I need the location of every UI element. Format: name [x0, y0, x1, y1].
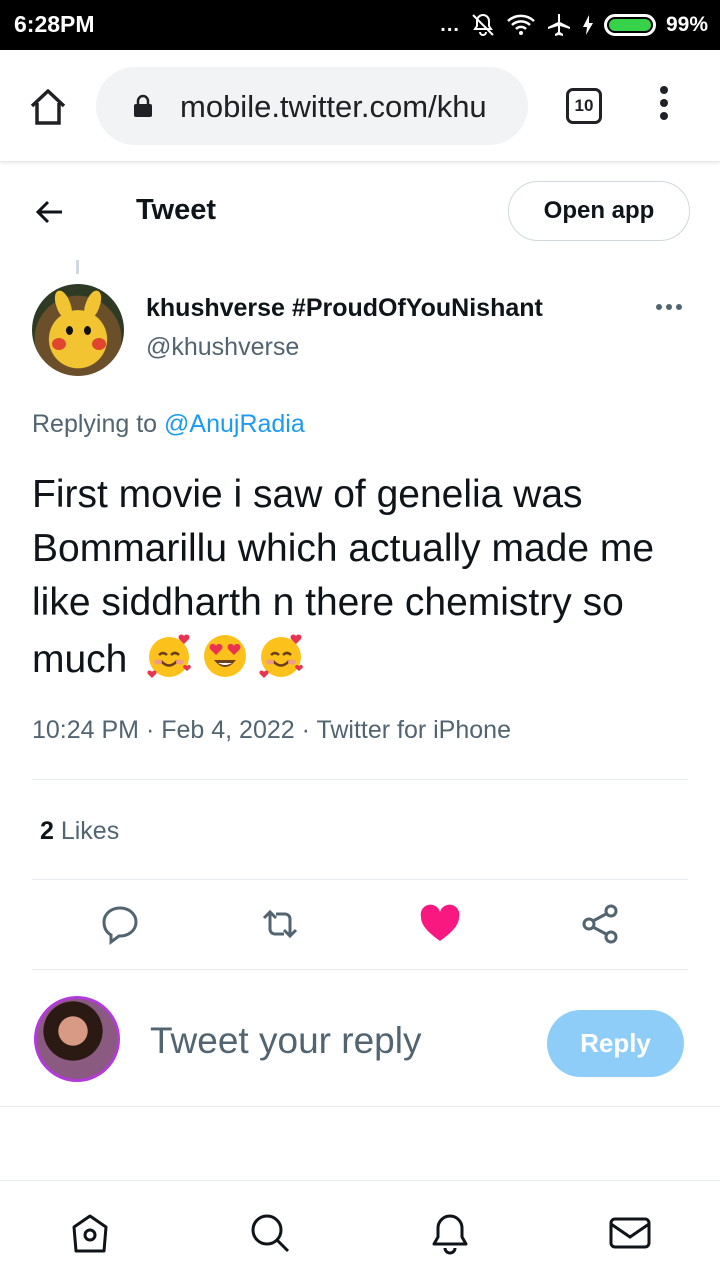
- author-avatar[interactable]: [32, 284, 124, 376]
- divider: [32, 879, 688, 880]
- home-nav-icon[interactable]: [68, 1211, 112, 1255]
- reply-button[interactable]: Reply: [547, 1010, 684, 1077]
- tweet-meta: 10:24 PM · Feb 4, 2022 · Twitter for iPh…: [32, 716, 511, 745]
- messages-mail-icon[interactable]: [608, 1211, 652, 1255]
- replying-to-mention[interactable]: @AnujRadia: [164, 410, 305, 438]
- airplane-icon: [547, 14, 570, 36]
- mute-icon: [472, 13, 494, 36]
- tweet-date[interactable]: Feb 4, 2022: [161, 716, 294, 744]
- author-handle[interactable]: @khushverse: [146, 333, 299, 362]
- tweet-header: Tweet Open app: [0, 162, 720, 260]
- reply-composer: Tweet your reply Reply: [0, 990, 720, 1100]
- retweet-icon[interactable]: [258, 902, 302, 946]
- lock-icon: [134, 94, 152, 117]
- divider: [32, 969, 688, 970]
- browser-toolbar: mobile.twitter.com/khu 10: [0, 50, 720, 162]
- replying-prefix: Replying to: [32, 410, 165, 438]
- tweet-actions: [0, 902, 720, 950]
- status-more-dots: ...: [440, 13, 460, 36]
- replying-to: Replying to @AnujRadia: [32, 410, 305, 439]
- user-avatar[interactable]: [34, 996, 120, 1082]
- bottom-nav: [0, 1180, 720, 1280]
- open-app-button[interactable]: Open app: [508, 181, 690, 241]
- like-count-number: 2: [40, 817, 54, 845]
- menu-icon[interactable]: [656, 86, 672, 126]
- url-text: mobile.twitter.com/khu: [180, 89, 487, 124]
- divider: [0, 1106, 720, 1107]
- tab-switcher-button[interactable]: 10: [566, 88, 602, 124]
- like-heart-icon[interactable]: [418, 902, 462, 946]
- meta-separator: ·: [294, 716, 317, 744]
- author-display-name[interactable]: khushverse #ProudOfYouNishant: [146, 294, 543, 323]
- search-icon[interactable]: [248, 1211, 292, 1255]
- likes-count[interactable]: 2 Likes: [40, 817, 119, 846]
- home-icon[interactable]: [28, 87, 68, 127]
- wifi-icon: [507, 14, 535, 35]
- battery-percent: 99%: [665, 13, 708, 36]
- status-time: 6:28PM: [14, 11, 95, 37]
- meta-separator: ·: [139, 716, 162, 744]
- share-icon[interactable]: [578, 902, 622, 946]
- heart-eyes-icon: [200, 630, 250, 680]
- tweet-source: Twitter for iPhone: [316, 716, 511, 744]
- divider: [32, 779, 688, 780]
- tweet-text: First movie i saw of genelia was Bommari…: [32, 468, 692, 687]
- smiling-face-with-hearts-icon: [144, 630, 194, 680]
- reply-icon[interactable]: [98, 902, 142, 946]
- notifications-bell-icon[interactable]: [428, 1211, 472, 1255]
- charging-icon: [582, 15, 593, 35]
- smiling-face-with-hearts-icon: [256, 630, 306, 680]
- tweet-time[interactable]: 10:24 PM: [32, 716, 139, 744]
- battery-icon: [603, 14, 656, 36]
- status-bar: 6:28PM ... 99%: [0, 0, 720, 50]
- page-title: Tweet: [136, 194, 217, 226]
- tweet-body: First movie i saw of genelia was Bommari…: [32, 473, 655, 681]
- reply-input[interactable]: Tweet your reply: [150, 1020, 421, 1062]
- likes-label: Likes: [53, 817, 120, 845]
- thread-line: [76, 260, 79, 274]
- address-bar[interactable]: mobile.twitter.com/khu: [96, 67, 528, 145]
- back-arrow-icon[interactable]: [34, 196, 66, 228]
- more-options-icon[interactable]: [656, 304, 686, 314]
